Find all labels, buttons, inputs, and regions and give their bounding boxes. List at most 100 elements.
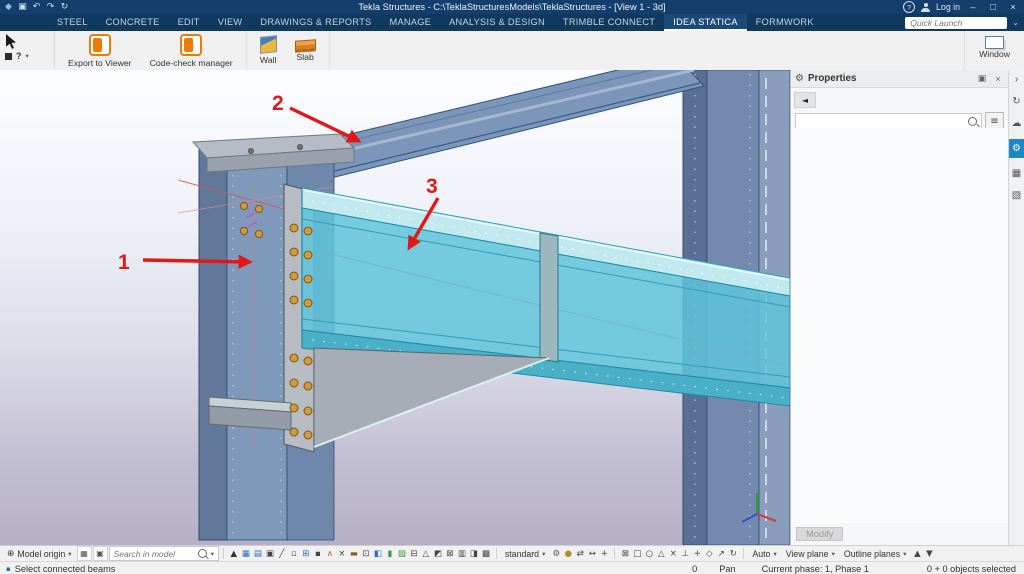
snap-free-icon[interactable]: ↻ [727, 547, 739, 560]
tab-concrete[interactable]: CONCRETE [97, 14, 169, 31]
status-mode: Pan [719, 564, 735, 574]
select-bolts-icon[interactable]: ▬ [348, 547, 360, 560]
origin-toggle-1-icon[interactable]: ▦ [77, 546, 92, 561]
model-3d-view[interactable]: 1 2 3 [0, 70, 790, 545]
export-to-viewer-button[interactable]: Export to Viewer [59, 34, 141, 68]
seat-plate[interactable] [209, 397, 291, 430]
snap-extension-icon[interactable]: ↗ [715, 547, 727, 560]
save-icon[interactable]: ▣ [16, 1, 29, 13]
tab-formwork[interactable]: FORMWORK [747, 14, 823, 31]
drag-and-drop-icon[interactable]: ↔ [586, 547, 598, 560]
snap-endpoint-icon[interactable]: ⊠ [619, 547, 631, 560]
select-components-icon[interactable]: ▤ [252, 547, 264, 560]
select-views-icon[interactable]: ◨ [468, 547, 480, 560]
pin-panel-icon[interactable]: ▣ [976, 74, 988, 84]
tab-manage[interactable]: MANAGE [380, 14, 440, 31]
window-group[interactable]: Window [964, 31, 1024, 70]
snap-cross-icon[interactable]: × [667, 547, 679, 560]
snap-settings-gear-icon[interactable]: ⚙ [550, 547, 562, 560]
maximize-button[interactable]: □ [986, 2, 1000, 13]
gusset-plate[interactable] [314, 348, 549, 447]
select-welds-icon[interactable]: ∧ [324, 547, 336, 560]
tab-steel[interactable]: STEEL [48, 14, 97, 31]
move-down-plane-icon[interactable]: ▼ [923, 547, 935, 560]
select-grids-icon[interactable]: ⊞ [300, 547, 312, 560]
select-lines-icon[interactable]: ╱ [276, 547, 288, 560]
auto-dropdown[interactable]: Auto ▾ [748, 547, 780, 560]
select-rebar-icon[interactable]: ▮ [384, 547, 396, 560]
select-phases-icon[interactable]: ◩ [432, 547, 444, 560]
move-up-plane-icon[interactable]: ▲ [911, 547, 923, 560]
grid-panel-icon[interactable]: ▦ [1009, 167, 1024, 180]
quick-launch-input[interactable] [905, 17, 1007, 29]
chevron-down-icon[interactable]: ⌄ [1012, 18, 1019, 27]
snap-any-position-icon[interactable]: + [691, 547, 703, 560]
slab-button[interactable]: Slab [286, 34, 325, 62]
smart-select-icon[interactable]: + [598, 547, 610, 560]
properties-panel: ⚙ Properties ▣ × ◄ ≡ Modify [790, 70, 1008, 545]
mini-caret-icon[interactable]: ▾ [26, 52, 29, 60]
snap-reference-icon[interactable]: ● [562, 547, 574, 560]
select-objects-in-components-icon[interactable]: ▩ [480, 547, 492, 560]
trimble-connect-cloud-icon[interactable]: ☁ [1009, 117, 1024, 130]
select-cuts-icon[interactable]: × [336, 547, 348, 560]
snap-center-icon[interactable]: ○ [643, 547, 655, 560]
properties-search-input[interactable] [796, 116, 964, 128]
model-origin-dropdown[interactable]: ⊕ Model origin ▾ [3, 547, 76, 560]
redo-icon[interactable]: ↷ [44, 1, 57, 13]
viewport-3d[interactable]: 1 2 3 [0, 70, 790, 545]
properties-gear-icon[interactable]: ⚙ [1009, 139, 1024, 158]
selection-filter-dropdown[interactable]: standard ▾ [501, 547, 550, 560]
tab-trimble-connect[interactable]: TRIMBLE CONNECT [554, 14, 664, 31]
snap-switch-icon[interactable]: ⇄ [574, 547, 586, 560]
login-button[interactable]: Log in [936, 2, 960, 12]
select-plates-icon[interactable]: ◧ [372, 547, 384, 560]
select-points-icon[interactable]: ▫ [288, 547, 300, 560]
select-grid-lines-icon[interactable]: ▪ [312, 547, 324, 560]
outline-planes-dropdown[interactable]: Outline planes ▾ [840, 547, 911, 560]
refresh-icon[interactable]: ↻ [58, 1, 71, 13]
help-icon[interactable]: ? [903, 1, 915, 13]
app-icon[interactable]: ◆ [2, 1, 15, 13]
components-panel-icon[interactable]: ▧ [1009, 189, 1024, 202]
undo-icon[interactable]: ↶ [30, 1, 43, 13]
select-planes-icon[interactable]: △ [420, 547, 432, 560]
tab-view[interactable]: VIEW [209, 14, 252, 31]
status-selection: 0 + 0 objects selected [927, 564, 1016, 574]
tab-drawings-reports[interactable]: DRAWINGS & REPORTS [251, 14, 380, 31]
snap-nearest-icon[interactable]: ◇ [703, 547, 715, 560]
properties-empty-body [791, 128, 1008, 523]
snap-perpendicular-icon[interactable]: ⊥ [679, 547, 691, 560]
panel-back-button[interactable]: ◄ [794, 92, 816, 108]
tab-edit[interactable]: EDIT [169, 14, 209, 31]
wall-button[interactable]: Wall [251, 34, 286, 65]
select-loads-icon[interactable]: ⊟ [408, 547, 420, 560]
tab-analysis-design[interactable]: ANALYSIS & DESIGN [440, 14, 554, 31]
snap-midpoint-icon[interactable]: □ [631, 547, 643, 560]
select-filter-icon[interactable]: ▦ [240, 547, 252, 560]
select-assemblies-icon[interactable]: ▣ [264, 547, 276, 560]
expand-panel-chevron-icon[interactable]: › [1009, 73, 1024, 86]
origin-toggle-2-icon[interactable]: ▣ [93, 546, 108, 561]
model-search-input[interactable] [114, 548, 194, 559]
snap-intersection-icon[interactable]: △ [655, 547, 667, 560]
mini-select-icon[interactable] [5, 53, 12, 60]
select-surfaces-icon[interactable]: ▨ [396, 547, 408, 560]
view-plane-dropdown[interactable]: View plane ▾ [782, 547, 839, 560]
close-panel-icon[interactable]: × [992, 74, 1004, 84]
minimize-button[interactable]: – [966, 2, 980, 13]
search-filter-caret-icon[interactable]: ▾ [211, 550, 214, 558]
view-orientation-icon[interactable]: ↻ [1009, 95, 1024, 108]
code-check-manager-button[interactable]: Code-check manager [141, 34, 242, 68]
close-button[interactable]: × [1006, 2, 1020, 13]
select-distances-icon[interactable]: ▥ [456, 547, 468, 560]
modify-button[interactable]: Modify [796, 527, 843, 541]
select-holes-icon[interactable]: ⊡ [360, 547, 372, 560]
select-drawings-icon[interactable]: ⊠ [444, 547, 456, 560]
origin-icon: ⊕ [7, 549, 14, 559]
pointer-tool-icon[interactable] [5, 34, 18, 49]
mini-help-icon[interactable]: ? [16, 51, 22, 61]
tab-idea-statica[interactable]: IDEA STATICA [664, 14, 747, 31]
export-to-viewer-icon [89, 34, 111, 56]
pointer-select-icon[interactable]: ▲ [228, 547, 240, 560]
